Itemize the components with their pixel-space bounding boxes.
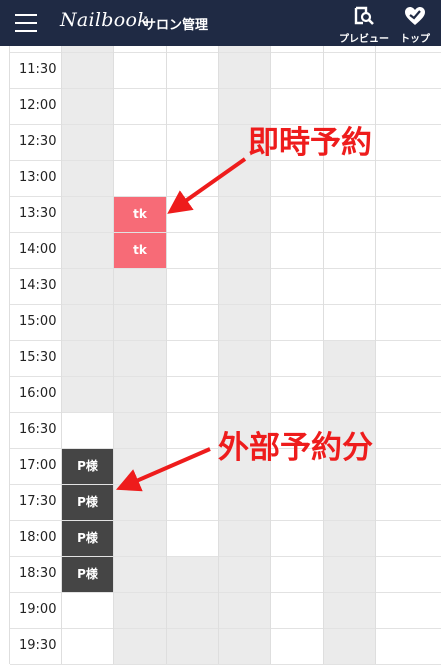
- time-label: 13:00: [19, 170, 57, 185]
- unavailable-slot: [219, 305, 271, 341]
- heart-check-icon: [405, 7, 425, 25]
- unavailable-slot: [324, 629, 376, 665]
- time-label: 19:30: [19, 638, 57, 653]
- row-divider: [10, 52, 441, 53]
- nailbook-logo[interactable]: Nailbook: [60, 9, 149, 31]
- unavailable-slot: [114, 305, 167, 341]
- top-label: トップ: [400, 34, 430, 45]
- row-divider: [10, 412, 441, 413]
- time-label: 14:00: [19, 242, 57, 257]
- unavailable-slot: [324, 377, 376, 413]
- time-label: 17:30: [19, 494, 57, 509]
- unavailable-slot: [114, 521, 167, 557]
- column-divider: [166, 46, 167, 664]
- app-header: Nailbook サロン管理 プレビュー トップ: [0, 0, 441, 46]
- time-label: 12:00: [19, 98, 57, 113]
- external-reservation-block[interactable]: P様: [62, 485, 113, 520]
- row-divider: [10, 376, 441, 377]
- unavailable-slot: [114, 485, 167, 521]
- top-button[interactable]: トップ: [389, 4, 441, 45]
- preview-button[interactable]: プレビュー: [337, 4, 391, 45]
- unavailable-slot: [114, 629, 167, 665]
- time-label: 14:30: [19, 278, 57, 293]
- unavailable-slot: [219, 521, 271, 557]
- unavailable-slot: [62, 341, 114, 377]
- row-divider: [10, 628, 441, 629]
- time-label: 18:00: [19, 530, 57, 545]
- row-divider: [10, 160, 441, 161]
- unavailable-slot: [114, 377, 167, 413]
- unavailable-slot: [167, 629, 219, 665]
- unavailable-slot: [219, 269, 271, 305]
- time-label: 11:30: [19, 62, 57, 77]
- unavailable-slot: [324, 485, 376, 521]
- unavailable-slot: [324, 341, 376, 377]
- time-label: 16:00: [19, 386, 57, 401]
- unavailable-slot: [62, 125, 114, 161]
- column-divider: [375, 46, 376, 664]
- row-divider: [10, 196, 441, 197]
- unavailable-slot: [62, 269, 114, 305]
- row-divider: [10, 232, 441, 233]
- unavailable-slot: [114, 269, 167, 305]
- time-label: 16:30: [19, 422, 57, 437]
- time-label: 19:00: [19, 602, 57, 617]
- page-subtitle: サロン管理: [143, 18, 209, 33]
- preview-icon: [354, 6, 374, 25]
- unavailable-slot: [219, 557, 271, 593]
- unavailable-slot: [167, 593, 219, 629]
- external-reservation-block[interactable]: P様: [62, 521, 113, 556]
- external-reservation-block[interactable]: P様: [62, 449, 113, 484]
- unavailable-slot: [219, 233, 271, 269]
- row-divider: [10, 340, 441, 341]
- unavailable-slot: [219, 485, 271, 521]
- time-label: 12:30: [19, 134, 57, 149]
- unavailable-slot: [219, 197, 271, 233]
- unavailable-slot: [167, 557, 219, 593]
- instant-annotation: 即時予約: [248, 125, 372, 161]
- instant-reservation-block[interactable]: tk: [114, 233, 166, 268]
- column-divider: [9, 46, 10, 664]
- unavailable-slot: [62, 305, 114, 341]
- unavailable-slot: [219, 629, 271, 665]
- time-label: 15:00: [19, 314, 57, 329]
- unavailable-slot: [219, 341, 271, 377]
- unavailable-slot: [114, 557, 167, 593]
- unavailable-slot: [324, 557, 376, 593]
- external-annotation: 外部予約分: [218, 430, 373, 466]
- schedule-grid: 11:30 12:00 12:30 13:00 13:30 14:00 14:30 15:00…: [0, 46, 441, 665]
- unavailable-slot: [219, 89, 271, 125]
- time-label: 18:30: [19, 566, 57, 581]
- unavailable-slot: [324, 593, 376, 629]
- external-reservation-block[interactable]: P様: [62, 557, 113, 592]
- unavailable-slot: [114, 341, 167, 377]
- unavailable-slot: [62, 197, 114, 233]
- unavailable-slot: [62, 233, 114, 269]
- row-divider: [10, 268, 441, 269]
- hamburger-menu-icon[interactable]: [15, 14, 37, 32]
- row-divider: [10, 88, 441, 89]
- row-divider: [10, 304, 441, 305]
- time-label: 13:30: [19, 206, 57, 221]
- unavailable-slot: [114, 593, 167, 629]
- row-divider: [10, 592, 441, 593]
- instant-reservation-block[interactable]: tk: [114, 197, 166, 232]
- unavailable-slot: [219, 377, 271, 413]
- column-divider: [218, 46, 219, 664]
- unavailable-slot: [62, 89, 114, 125]
- preview-label: プレビュー: [339, 34, 389, 45]
- time-label: 17:00: [19, 458, 57, 473]
- unavailable-slot: [114, 449, 167, 485]
- unavailable-slot: [62, 377, 114, 413]
- unavailable-slot: [219, 161, 271, 197]
- unavailable-slot: [324, 521, 376, 557]
- unavailable-slot: [219, 593, 271, 629]
- unavailable-slot: [114, 413, 167, 449]
- time-label: 15:30: [19, 350, 57, 365]
- column-divider: [113, 46, 114, 664]
- unavailable-slot: [62, 161, 114, 197]
- row-divider: [10, 124, 441, 125]
